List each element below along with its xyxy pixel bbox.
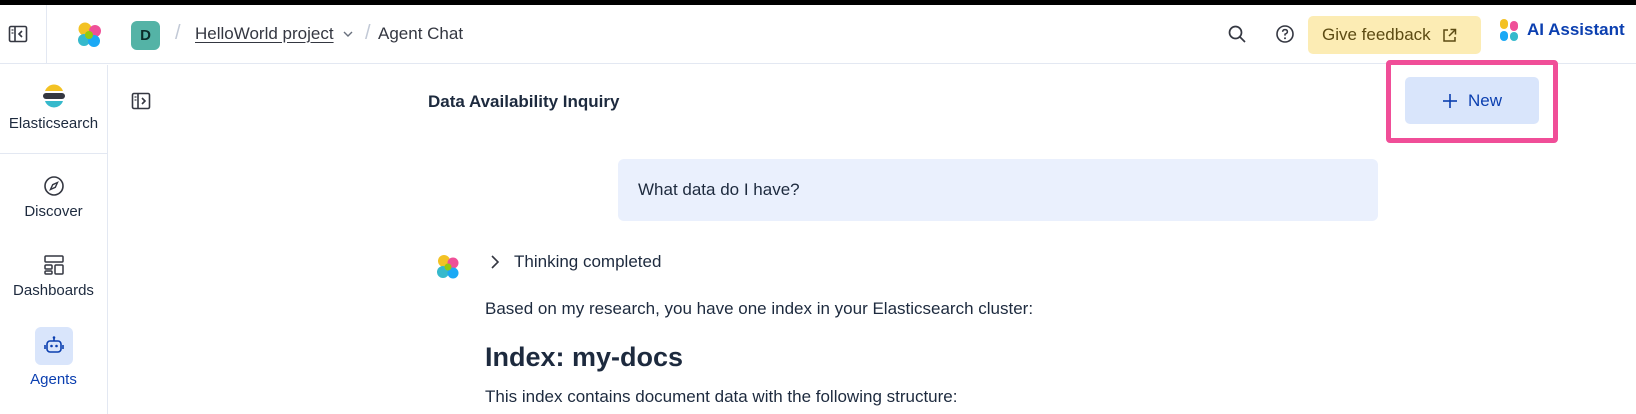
search-icon[interactable] — [1227, 24, 1247, 44]
conversation-title: Data Availability Inquiry — [428, 92, 620, 111]
compass-icon — [43, 176, 64, 196]
help-icon[interactable] — [1275, 24, 1295, 44]
new-conversation-button[interactable]: New — [1405, 77, 1539, 124]
header-divider — [46, 5, 47, 64]
elastic-logo-icon[interactable] — [74, 20, 104, 50]
give-feedback-button[interactable]: Give feedback — [1308, 16, 1481, 54]
give-feedback-label: Give feedback — [1322, 25, 1431, 44]
nav-active-indicator — [34, 327, 73, 365]
thinking-label: Thinking completed — [514, 252, 662, 271]
project-name[interactable]: HelloWorld project — [195, 24, 334, 44]
answer-body: This index contains document data with t… — [485, 387, 958, 406]
ai-assistant-label: AI Assistant — [1527, 20, 1625, 39]
nav-item-discover[interactable]: Discover — [0, 175, 107, 220]
thinking-toggle[interactable]: Thinking completed — [490, 252, 661, 272]
nav-divider — [0, 153, 107, 154]
ai-assistant-button[interactable]: AI Assistant — [1499, 18, 1625, 42]
collapse-nav-icon[interactable] — [8, 24, 28, 44]
nav-item-label: Dashboards — [13, 282, 94, 299]
nav-solution-label: Elasticsearch — [8, 115, 99, 132]
external-link-icon — [1442, 28, 1456, 42]
toggle-conversations-panel-icon[interactable] — [131, 91, 151, 116]
answer-heading: Index: my-docs — [485, 342, 684, 372]
chevron-right-icon — [491, 255, 500, 269]
chevron-down-icon — [343, 31, 353, 37]
breadcrumb-separator: / — [175, 22, 181, 44]
user-message-text: What data do I have? — [638, 180, 800, 199]
breadcrumb-separator: / — [365, 22, 371, 44]
user-message-bubble: What data do I have? — [618, 159, 1378, 221]
answer-intro: Based on my research, you have one index… — [485, 299, 1034, 318]
elasticsearch-logo-icon — [42, 84, 65, 108]
nav-item-agents[interactable]: Agents — [0, 327, 107, 388]
nav-item-label: Agents — [30, 371, 77, 388]
nav-item-dashboards[interactable]: Dashboards — [0, 254, 107, 299]
dashboards-icon — [43, 255, 64, 275]
project-switcher[interactable]: HelloWorld project — [195, 24, 354, 44]
new-conversation-label: New — [1467, 90, 1502, 110]
breadcrumb-current-page: Agent Chat — [378, 24, 464, 43]
nav-solution-elasticsearch[interactable]: Elasticsearch — [0, 83, 107, 132]
agent-avatar-icon — [434, 253, 462, 288]
top-header: D / HelloWorld project / Agent Chat Give… — [0, 5, 1636, 64]
project-avatar[interactable]: D — [131, 21, 160, 50]
plus-icon — [1442, 93, 1457, 108]
left-navigation: Elasticsearch Discover Dashboards Agents — [0, 65, 108, 414]
ai-assistant-icon — [1500, 19, 1518, 41]
robot-icon — [43, 336, 64, 353]
nav-item-label: Discover — [24, 203, 83, 220]
